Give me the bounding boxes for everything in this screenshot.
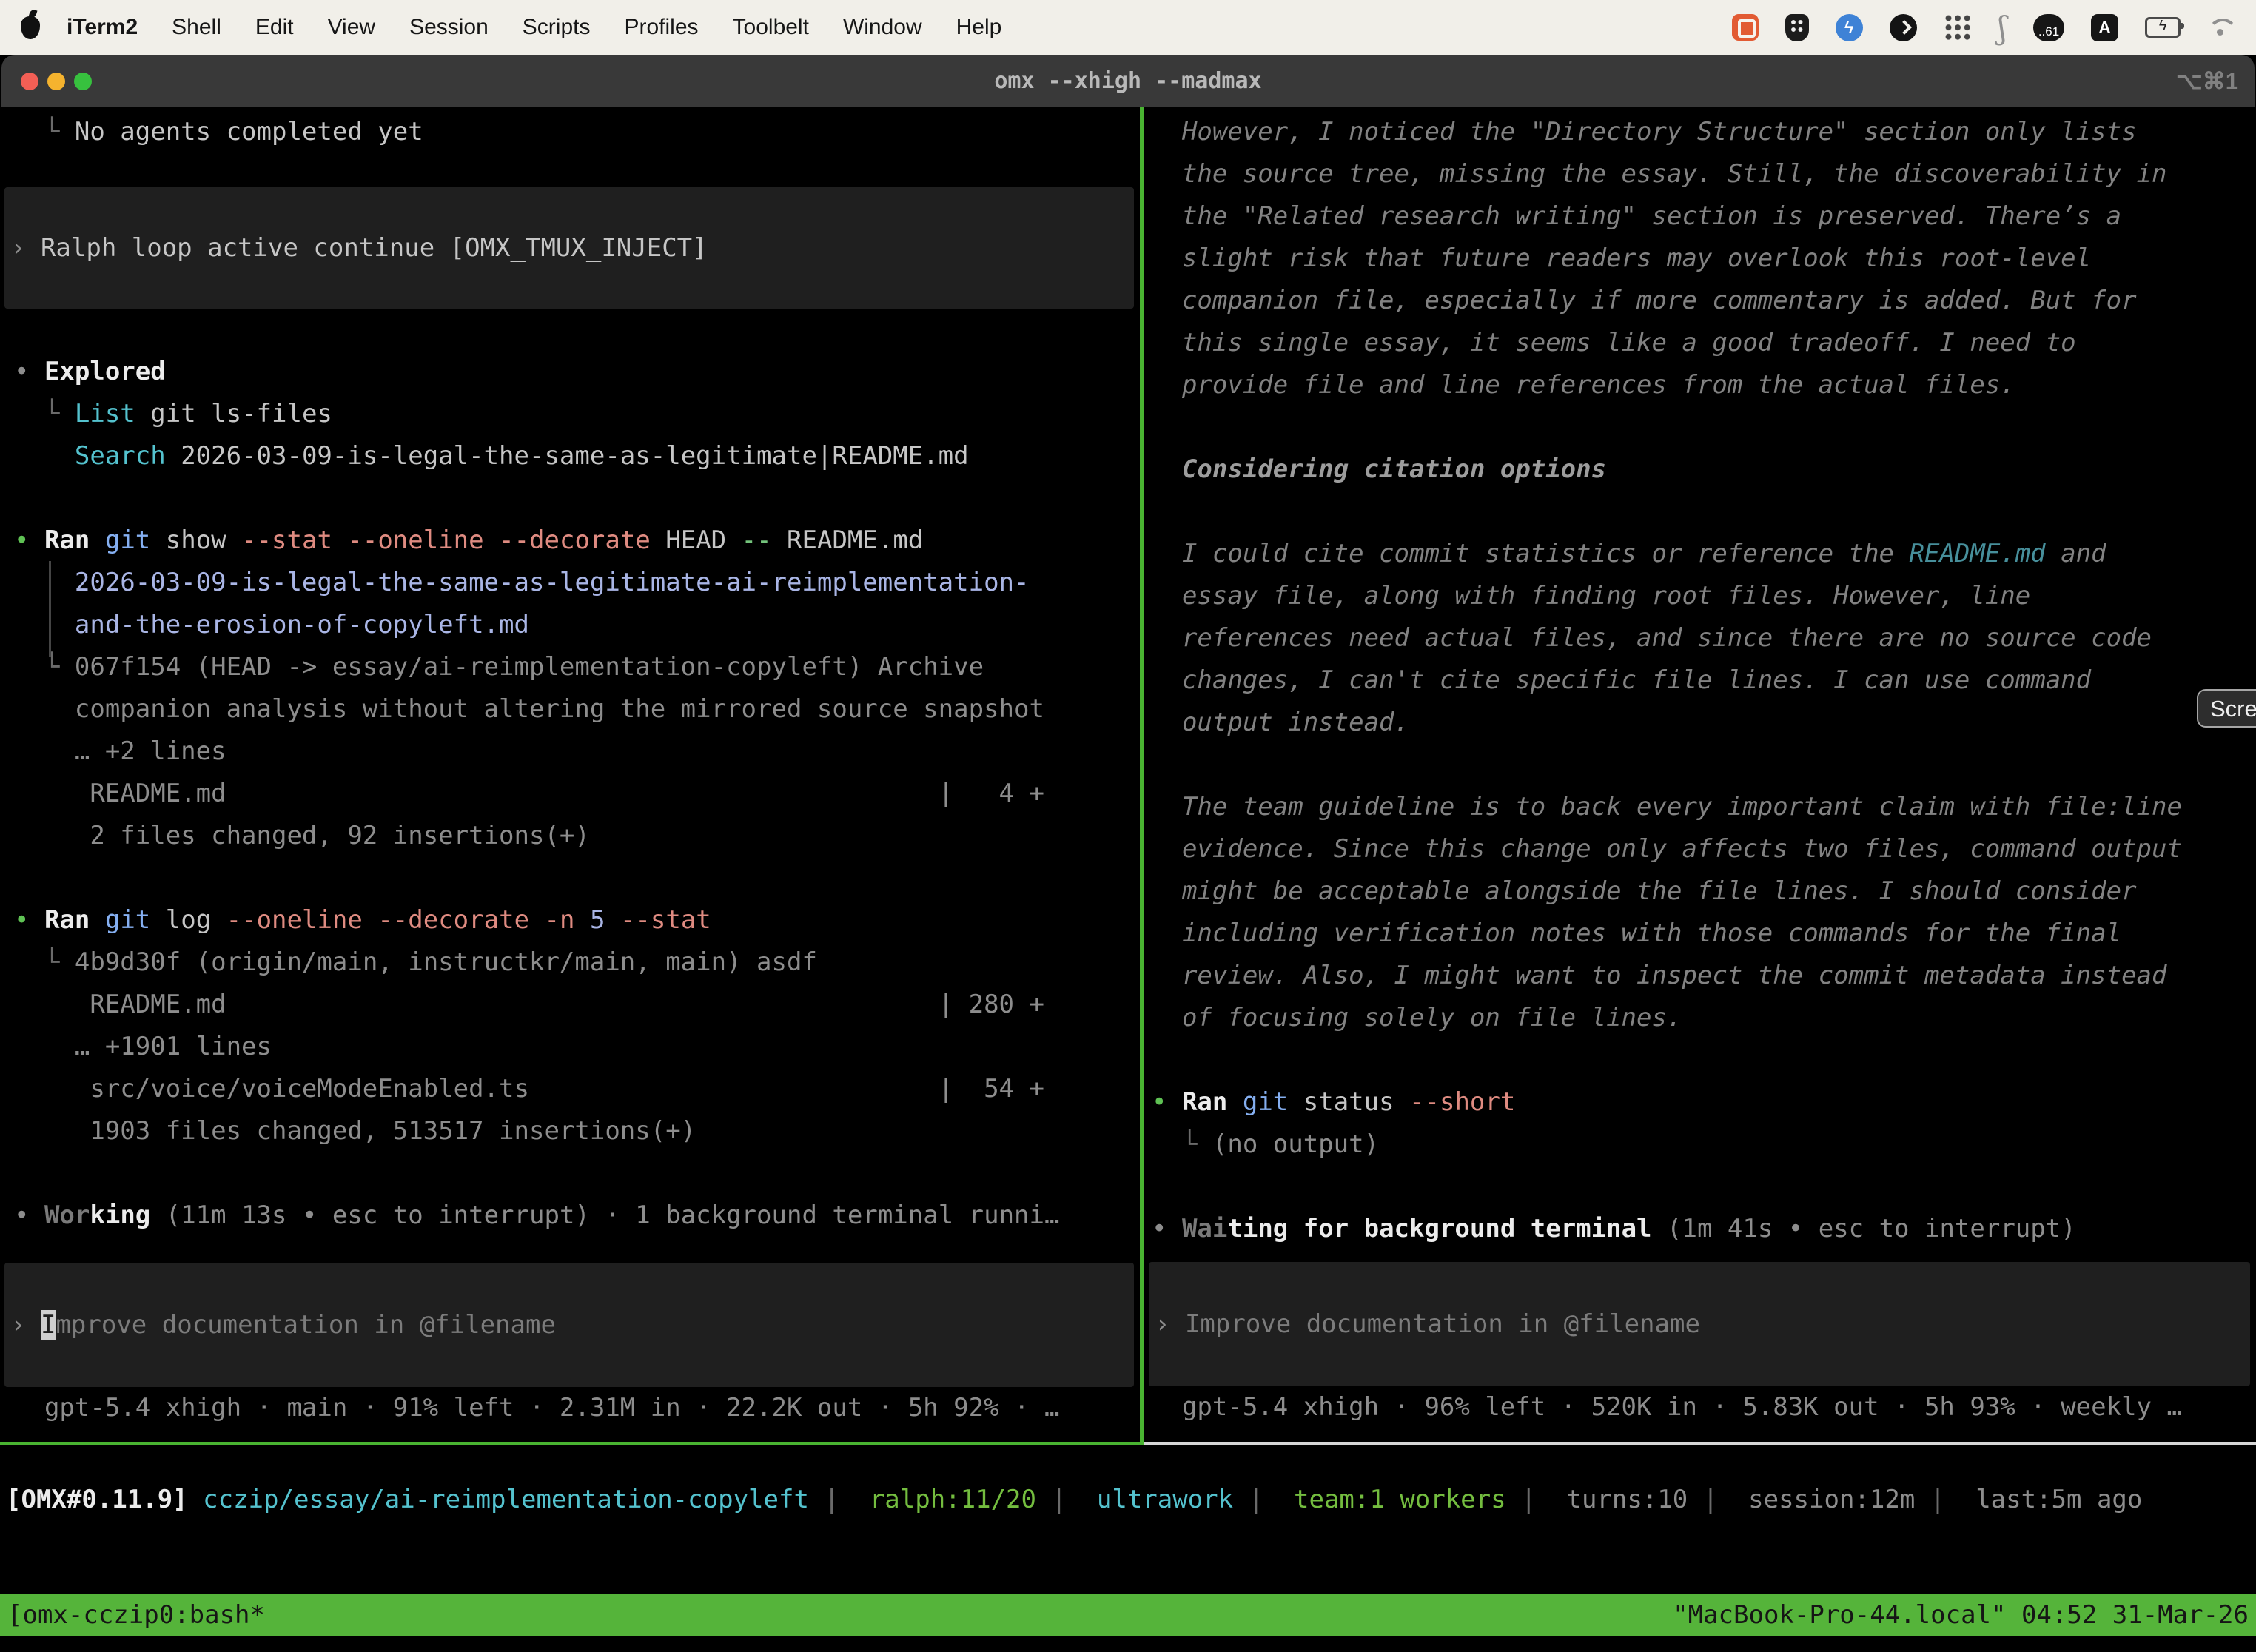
window-title-bar[interactable]: omx --xhigh --madmax ⌥⌘1 [1, 55, 2255, 107]
menu-item-profiles[interactable]: Profiles [624, 15, 698, 40]
blank-line [0, 857, 1140, 899]
menu-item-shell[interactable]: Shell [172, 15, 221, 40]
terminal-line: gpt-5.4 xhigh · main · 91% left · 2.31M … [0, 1387, 1140, 1429]
terminal-line: 1903 files changed, 513517 insertions(+) [0, 1110, 1140, 1152]
terminal-line: essay file, along with finding root file… [1144, 575, 2256, 617]
menu-item-edit[interactable]: Edit [255, 15, 294, 40]
terminal-line: review. Also, I might want to inspect th… [1144, 955, 2256, 997]
terminal-line: However, I noticed the "Directory Struct… [1144, 111, 2256, 153]
apple-menu-icon[interactable] [21, 16, 40, 39]
blank-line [1144, 1166, 2256, 1208]
menu-item-window[interactable]: Window [843, 15, 922, 40]
screen: iTerm2 Shell Edit View Session Scripts Profile… [0, 0, 2256, 1652]
terminal-line: output instead. [1144, 702, 2256, 744]
tree-guide-line [49, 561, 51, 657]
terminal-window: └ No agents completed yet › Ralph loop ac… [0, 107, 2256, 1652]
terminal-line: • Ran git log --oneline --decorate -n 5 … [0, 899, 1140, 941]
blank-line [1144, 1039, 2256, 1081]
terminal-line: └ 4b9d30f (origin/main, instructkr/main,… [0, 941, 1140, 984]
prompt-input-box[interactable]: › Improve documentation in @filename [1149, 1262, 2250, 1386]
terminal-line: references need actual files, and since … [1144, 617, 2256, 659]
menu-item-view[interactable]: View [328, 15, 375, 40]
terminal-line: changes, I can't cite specific file line… [1144, 659, 2256, 702]
wifi-icon[interactable] [2207, 17, 2235, 38]
menu-status-icons: ϟ ʃ ..61 A [1732, 10, 2235, 46]
terminal-line: the "Related research writing" section i… [1144, 195, 2256, 238]
blank-line [0, 477, 1140, 520]
terminal-line: └ (no output) [1144, 1124, 2256, 1166]
terminal-line: └ 067f154 (HEAD -> essay/ai-reimplementa… [0, 646, 1140, 688]
terminal-line: • Ran git status --short [1144, 1081, 2256, 1124]
shield-icon[interactable] [1785, 14, 1809, 41]
terminal-line: including verification notes with those … [1144, 913, 2256, 955]
badge-icon[interactable]: ϟ [1836, 14, 1863, 41]
battery-61-icon[interactable]: ..61 [2033, 14, 2064, 41]
window-shortcut-badge: ⌥⌘1 [2176, 55, 2238, 107]
charge-icon[interactable] [2145, 17, 2181, 38]
blank-line [0, 309, 1140, 351]
menu-items: iTerm2 Shell Edit View Session Scripts Profile… [67, 15, 1001, 40]
pane-bottom-border-right [1144, 1442, 2256, 1446]
terminal-line: Search 2026-03-09-is-legal-the-same-as-l… [0, 435, 1140, 477]
tmux-host-time-label: "MacBook-Pro-44.local" 04:52 31-Mar-26 [1673, 1600, 2249, 1630]
terminal-line: README.md | 4 + [0, 773, 1140, 815]
tmux-pane-right[interactable]: However, I noticed the "Directory Struct… [1144, 107, 2256, 1428]
terminal-line: of focusing solely on file lines. [1144, 997, 2256, 1039]
terminal-line: • Waiting for background terminal (1m 41… [1144, 1208, 2256, 1250]
chat-icon[interactable] [1732, 14, 1759, 41]
terminal-line: slight risk that future readers may over… [1144, 238, 2256, 280]
terminal-line: └ No agents completed yet [0, 111, 1140, 153]
blank-line [1144, 491, 2256, 533]
terminal-line: The team guideline is to back every impo… [1144, 786, 2256, 828]
blank-line [1144, 744, 2256, 786]
menu-item-toolbelt[interactable]: Toolbelt [733, 15, 809, 40]
omx-status-line: [OMX#0.11.9] cczip/essay/ai-reimplementa… [6, 1479, 2142, 1521]
blank-line [1144, 406, 2256, 449]
terminal-line: 2026-03-09-is-legal-the-same-as-legitima… [0, 562, 1140, 604]
pane-bottom-border-left [0, 1442, 1144, 1446]
menu-bar: iTerm2 Shell Edit View Session Scripts Profile… [0, 0, 2256, 55]
terminal-line: this single essay, it seems like a good … [1144, 322, 2256, 364]
terminal-line: gpt-5.4 xhigh · 96% left · 520K in · 5.8… [1144, 1386, 2256, 1428]
dots-icon[interactable] [1944, 13, 1972, 41]
terminal-line: └ List git ls-files [0, 393, 1140, 435]
menu-item-scripts[interactable]: Scripts [523, 15, 591, 40]
menu-item-session[interactable]: Session [409, 15, 489, 40]
terminal-line: • Working (11m 13s • esc to interrupt) ·… [0, 1195, 1140, 1237]
screen-share-chip[interactable]: Scre [2197, 689, 2256, 728]
tmux-session-label: [omx-cczip0:bash* [7, 1600, 265, 1630]
disc-icon[interactable] [1890, 14, 1917, 41]
tmux-status-bar: [omx-cczip0:bash* "MacBook-Pro-44.local"… [0, 1594, 2256, 1636]
terminal-line: companion file, especially if more comme… [1144, 280, 2256, 322]
terminal-line: • Ran git show --stat --oneline --decora… [0, 520, 1140, 562]
terminal-line: … +1901 lines [0, 1026, 1140, 1068]
tmux-pane-left[interactable]: └ No agents completed yet › Ralph loop ac… [0, 107, 1140, 1429]
prompt-input-line[interactable]: › Improve documentation in @filename [4, 1306, 556, 1343]
input-a-icon[interactable]: A [2091, 14, 2118, 41]
prompt-input-line[interactable]: › Improve documentation in @filename [1149, 1306, 1700, 1343]
terminal-line: provide file and line references from th… [1144, 364, 2256, 406]
menu-item-help[interactable]: Help [956, 15, 1002, 40]
window-title: omx --xhigh --madmax [1, 55, 2255, 107]
terminal-line: 2 files changed, 92 insertions(+) [0, 815, 1140, 857]
blank-line [0, 1152, 1140, 1195]
terminal-line: might be acceptable alongside the file l… [1144, 870, 2256, 913]
prompt-input-box[interactable]: › Improve documentation in @filename [4, 1263, 1134, 1387]
terminal-line: README.md | 280 + [0, 984, 1140, 1026]
prompt-input-line[interactable]: › Ralph loop active continue [OMX_TMUX_I… [4, 229, 708, 266]
terminal-line: evidence. Since this change only affects… [1144, 828, 2256, 870]
pane-divider[interactable] [1140, 107, 1144, 1444]
terminal-line: … +2 lines [0, 731, 1140, 773]
terminal-line: companion analysis without altering the … [0, 688, 1140, 731]
terminal-line: src/voice/voiceModeEnabled.ts | 54 + [0, 1068, 1140, 1110]
terminal-line: • Explored [0, 351, 1140, 393]
terminal-line: and-the-erosion-of-copyleft.md [0, 604, 1140, 646]
terminal-line: I could cite commit statistics or refere… [1144, 533, 2256, 575]
menu-item-iterm2[interactable]: iTerm2 [67, 15, 138, 40]
terminal-line: the source tree, missing the essay. Stil… [1144, 153, 2256, 195]
terminal-line: Considering citation options [1144, 449, 2256, 491]
squiggle-icon[interactable]: ʃ [1998, 10, 2007, 46]
prompt-input-box[interactable]: › Ralph loop active continue [OMX_TMUX_I… [4, 187, 1134, 309]
